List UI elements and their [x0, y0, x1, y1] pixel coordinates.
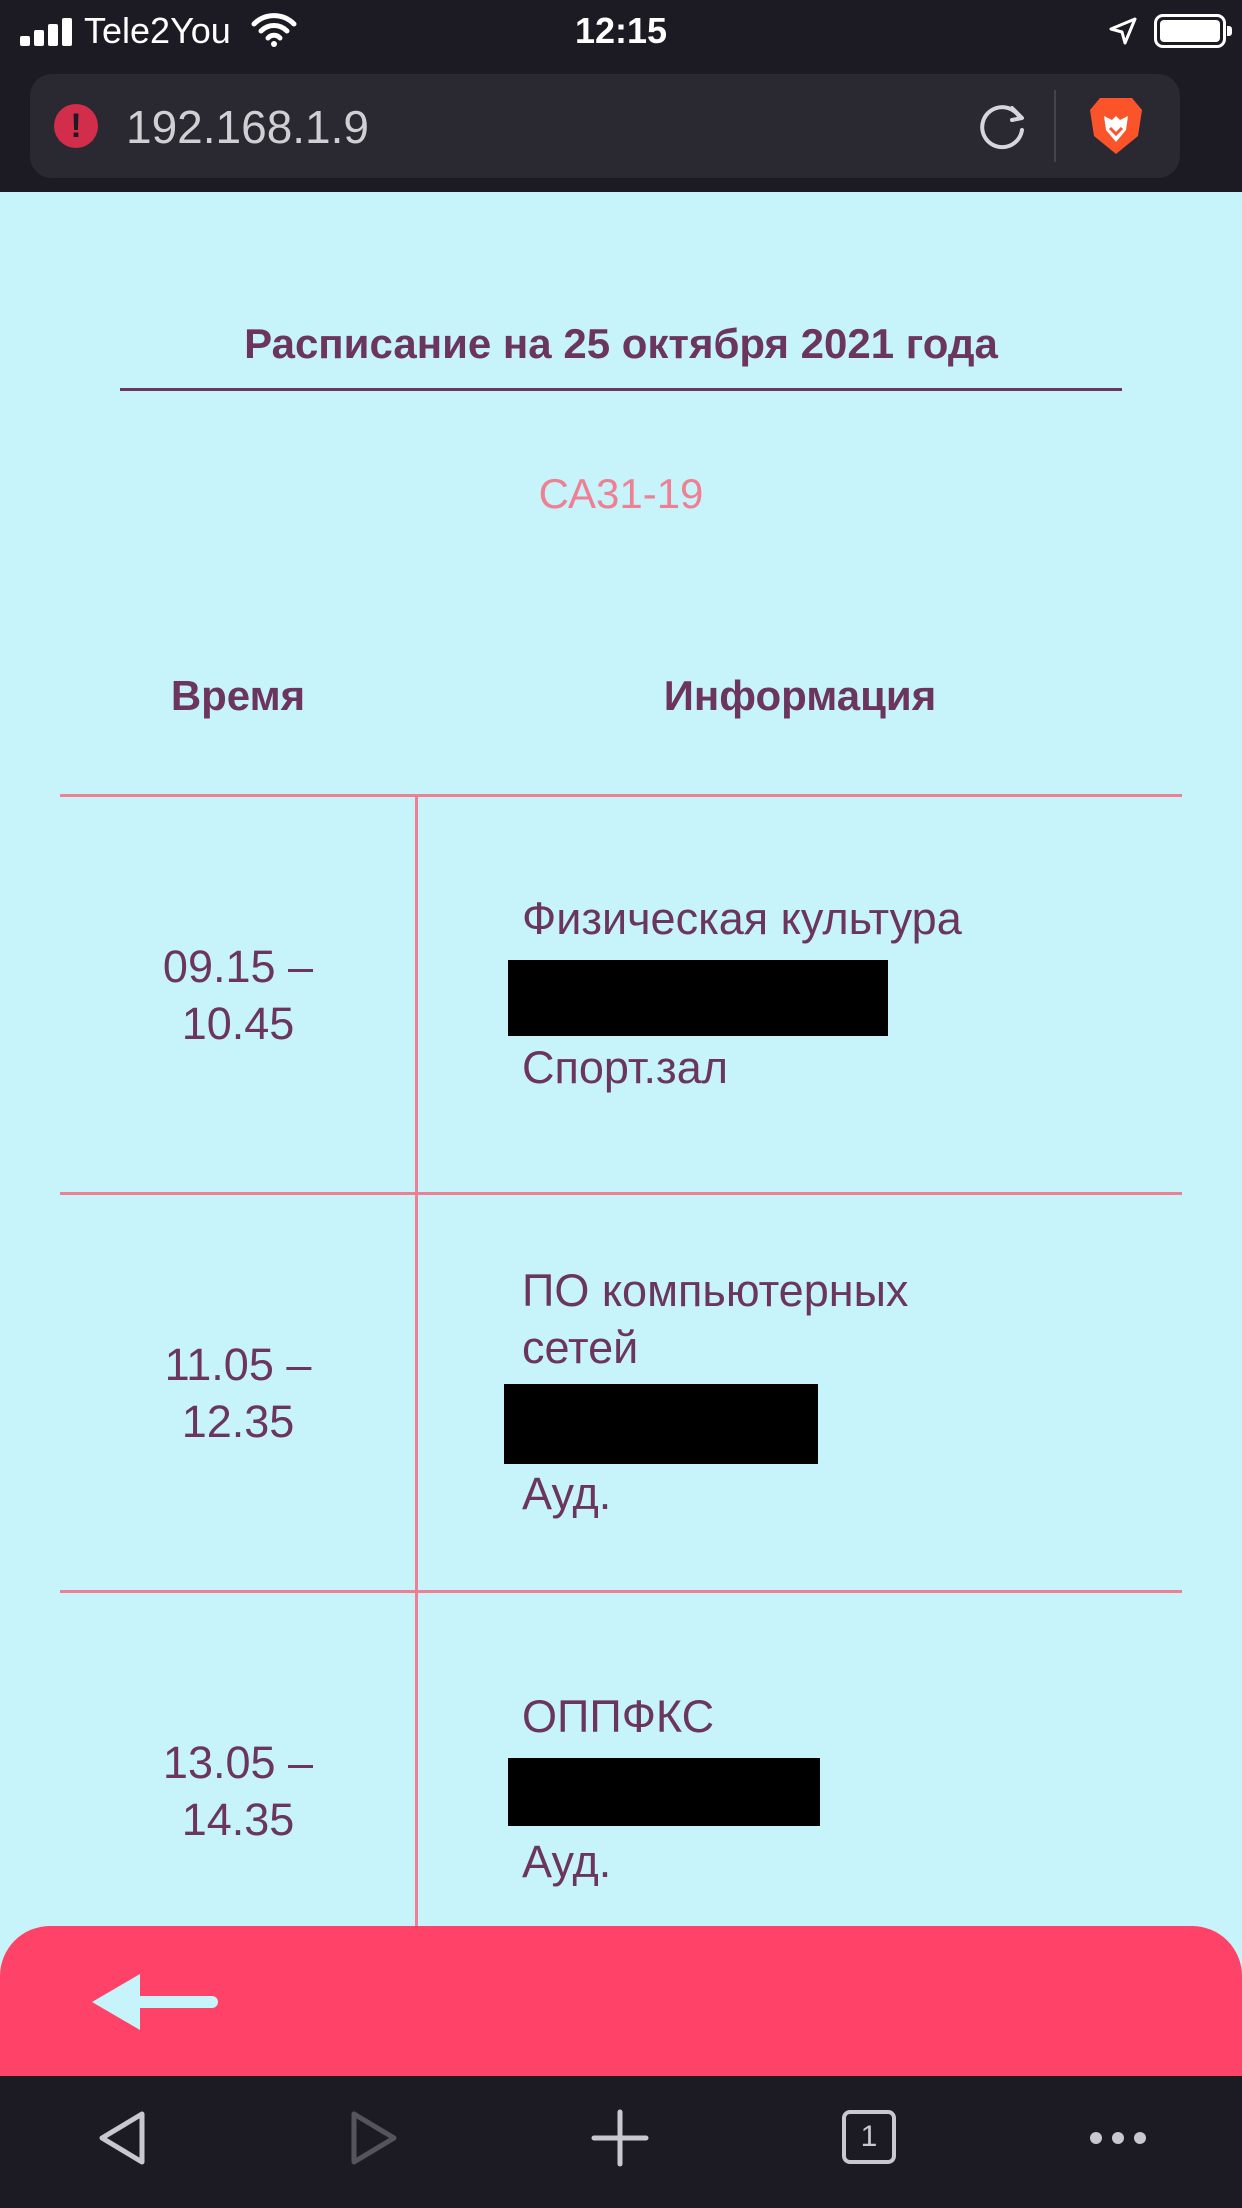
- column-header-info: Информация: [663, 672, 937, 719]
- url-text[interactable]: 192.168.1.9: [126, 100, 369, 154]
- room-label: Ауд.: [522, 1836, 612, 1887]
- arrow-left-icon[interactable]: [88, 1970, 222, 2034]
- time-end: 14.35: [181, 1794, 295, 1845]
- time-start: 11.05 –: [164, 1339, 312, 1390]
- time-start: 09.15 –: [162, 941, 314, 992]
- plus-icon[interactable]: [588, 2106, 652, 2170]
- triangle-right-icon[interactable]: [340, 2106, 404, 2170]
- room-label: Спорт.зал: [522, 1042, 728, 1093]
- status-bar: Tele2You 12:15: [0, 0, 1242, 62]
- table-row-divider: [60, 794, 1182, 797]
- reload-icon[interactable]: [974, 98, 1030, 154]
- time-cell: 13.05 – 14.35: [60, 1734, 416, 1848]
- table-row-divider: [60, 1590, 1182, 1593]
- redacted-teacher: [504, 1384, 818, 1464]
- brave-lion-icon[interactable]: [1086, 94, 1146, 158]
- back-bar[interactable]: [0, 1926, 1242, 2096]
- redacted-teacher: [508, 1758, 820, 1826]
- browser-toolbar: 1: [0, 2076, 1242, 2208]
- browser-address-bar: ! 192.168.1.9: [0, 62, 1242, 192]
- group-name: СА31-19: [538, 470, 704, 517]
- subject-name: ОППФКС: [522, 1691, 715, 1742]
- insecure-warning-icon[interactable]: !: [54, 104, 98, 148]
- time-end: 10.45: [181, 998, 295, 1049]
- redacted-teacher: [508, 960, 888, 1036]
- triangle-left-icon[interactable]: [92, 2106, 156, 2170]
- column-header-time: Время: [170, 672, 306, 719]
- time-end: 12.35: [181, 1396, 295, 1447]
- clock: 12:15: [574, 10, 668, 51]
- title-divider: [120, 388, 1122, 391]
- tabs-count-button[interactable]: 1: [842, 2110, 896, 2164]
- location-arrow-icon: [1109, 17, 1137, 45]
- room-label: Ауд.: [522, 1468, 612, 1519]
- table-row-divider: [60, 1192, 1182, 1195]
- battery-icon: [1154, 14, 1232, 48]
- time-start: 13.05 –: [162, 1737, 314, 1788]
- url-field[interactable]: ! 192.168.1.9: [30, 74, 1180, 178]
- time-cell: 11.05 – 12.35: [60, 1336, 416, 1450]
- more-dots-icon[interactable]: [1086, 2106, 1150, 2170]
- subject-name: Физическая культура: [522, 893, 962, 944]
- subject-name: ПО компьютерных сетей: [522, 1265, 909, 1373]
- page-title: Расписание на 25 октября 2021 года: [244, 320, 998, 367]
- time-cell: 09.15 – 10.45: [60, 938, 416, 1052]
- url-divider: [1054, 90, 1056, 162]
